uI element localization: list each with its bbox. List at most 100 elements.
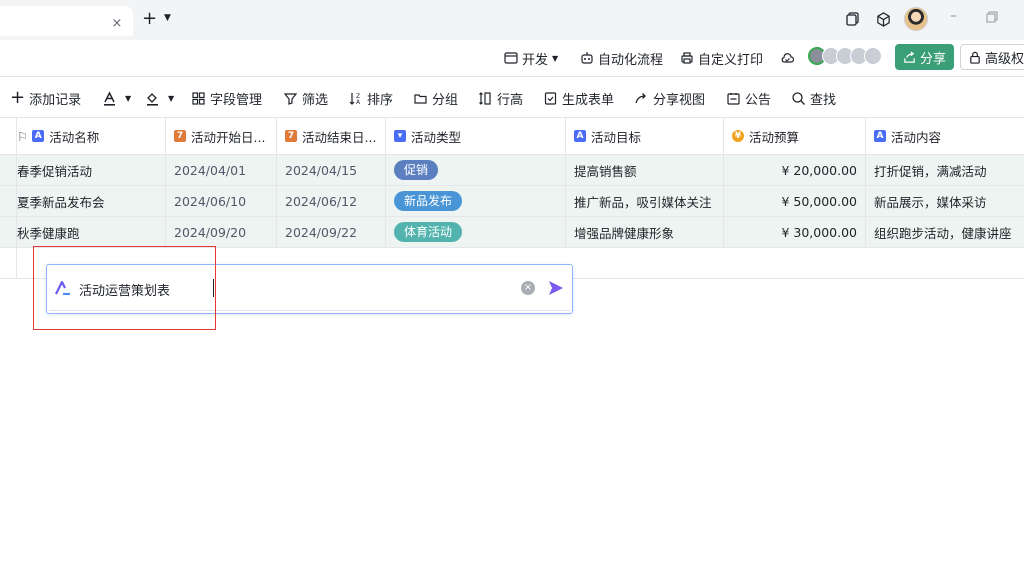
add-record-label: 添加记录 <box>29 92 82 108</box>
field-manage-label: 字段管理 <box>210 92 263 108</box>
cell-start-date[interactable]: 2024/04/01 <box>166 155 277 185</box>
share-button[interactable]: 分享 <box>895 44 954 70</box>
column-header-budget[interactable]: ¥ 活动预算 <box>724 118 866 154</box>
share-label: 分享 <box>919 51 946 67</box>
cloud-sync-icon[interactable] <box>780 48 794 68</box>
cell-name[interactable]: 秋季健康跑 <box>9 217 166 247</box>
folder-icon <box>414 93 427 104</box>
clear-icon[interactable]: × <box>521 281 535 295</box>
column-header-end[interactable]: 7 活动结束日... <box>277 118 386 154</box>
column-header-type[interactable]: ▾ 活动类型 <box>386 118 566 154</box>
cell-type[interactable]: 促销 <box>386 155 566 185</box>
cell-name[interactable]: 夏季新品发布会 <box>9 186 166 216</box>
sort-button[interactable]: ZA 排序 <box>348 88 393 108</box>
browser-tab-active[interactable]: × <box>0 6 133 36</box>
add-record-button[interactable]: + 添加记录 <box>10 88 81 108</box>
cell-start-date[interactable]: 2024/06/10 <box>166 186 277 216</box>
cell-content[interactable]: 打折促销，满减活动 <box>866 155 1024 185</box>
custom-print-button[interactable]: 自定义打印 <box>680 48 763 68</box>
cell-budget[interactable]: ¥ 20,000.00 <box>724 155 866 185</box>
view-toolbar: + 添加记录 ▼ ▼ 字段管理 筛选 ZA 排序 分组 行高 生成表单 分享视图… <box>0 78 1024 118</box>
row-height-button[interactable]: 行高 <box>478 88 523 108</box>
row-selector <box>0 248 17 278</box>
filter-button[interactable]: 筛选 <box>283 88 328 108</box>
cell-goal[interactable]: 提高销售额 <box>566 155 724 185</box>
paint-bucket-icon <box>147 92 158 106</box>
minimize-icon[interactable]: – <box>950 8 962 24</box>
cell-budget[interactable]: ¥ 30,000.00 <box>724 217 866 247</box>
column-header-label: 活动名称 <box>49 129 100 145</box>
dev-menu[interactable]: 开发 ▼ <box>504 48 558 68</box>
cell-content[interactable]: 新品展示，媒体采访 <box>866 186 1024 216</box>
restore-window-icon[interactable] <box>986 11 998 23</box>
group-button[interactable]: 分组 <box>413 88 458 108</box>
advanced-permission-button[interactable]: 高级权 <box>960 44 1024 70</box>
chevron-down-icon: ▼ <box>125 93 132 103</box>
generate-form-label: 生成表单 <box>562 92 615 108</box>
cell-end-date[interactable]: 2024/09/22 <box>277 217 386 247</box>
text-color-button[interactable]: ▼ <box>102 88 131 108</box>
column-header-name[interactable]: ⚐ A 活动名称 <box>9 118 166 154</box>
user-avatar[interactable] <box>904 7 928 31</box>
automation-label: 自动化流程 <box>598 52 664 68</box>
cell-goal[interactable]: 推广新品，吸引媒体关注 <box>566 186 724 216</box>
plus-icon: + <box>10 87 26 108</box>
row-height-icon <box>479 91 491 105</box>
notice-icon <box>727 92 740 105</box>
cell-start-date[interactable]: 2024/09/20 <box>166 217 277 247</box>
type-tag: 新品发布 <box>394 191 463 211</box>
cell-end-date[interactable]: 2024/06/12 <box>277 186 386 216</box>
notice-button[interactable]: 公告 <box>726 88 771 108</box>
date-field-icon: 7 <box>174 130 186 142</box>
share-view-button[interactable]: 分享视图 <box>634 88 705 108</box>
date-field-icon: 7 <box>285 130 297 142</box>
field-manage-button[interactable]: 字段管理 <box>191 88 262 108</box>
chevron-down-icon: ▼ <box>168 93 175 103</box>
cell-content[interactable]: 组织跑步活动，健康讲座 <box>866 217 1024 247</box>
dev-label: 开发 <box>522 52 549 68</box>
type-tag: 促销 <box>394 160 439 180</box>
type-tag: 体育活动 <box>394 222 463 242</box>
table-row[interactable]: 夏季新品发布会 2024/06/10 2024/06/12 新品发布 推广新品，… <box>0 186 1024 217</box>
new-tab-button[interactable]: + <box>142 9 157 29</box>
text-field-icon: A <box>874 130 886 142</box>
share-view-label: 分享视图 <box>653 92 706 108</box>
cell-name[interactable]: 春季促销活动 <box>9 155 166 185</box>
automation-button[interactable]: 自动化流程 <box>580 48 663 68</box>
cell-type[interactable]: 新品发布 <box>386 186 566 216</box>
generate-form-button[interactable]: 生成表单 <box>543 88 614 108</box>
ai-prompt-input[interactable]: 活动运营策划表 <box>79 280 170 299</box>
cell-goal[interactable]: 增强品牌健康形象 <box>566 217 724 247</box>
flag-icon: ⚐ <box>17 128 29 144</box>
ai-logo-icon <box>55 281 70 295</box>
cell-end-date[interactable]: 2024/04/15 <box>277 155 386 185</box>
printer-icon <box>681 52 693 64</box>
input-divider <box>49 310 570 311</box>
search-button[interactable]: 查找 <box>791 88 836 108</box>
grid-icon <box>192 91 205 105</box>
copy-window-icon[interactable] <box>844 10 862 28</box>
advanced-permission-label: 高级权 <box>985 51 1024 67</box>
table-row[interactable]: 秋季健康跑 2024/09/20 2024/09/22 体育活动 增强品牌健康形… <box>0 217 1024 248</box>
chevron-down-icon[interactable]: ▼ <box>164 13 171 23</box>
cell-type[interactable]: 体育活动 <box>386 217 566 247</box>
close-tab-icon[interactable]: × <box>110 17 124 31</box>
dev-icon <box>504 52 518 64</box>
fill-color-button[interactable]: ▼ <box>145 88 174 108</box>
cube-icon[interactable] <box>874 10 892 28</box>
svg-text:A: A <box>356 99 361 106</box>
column-header-goal[interactable]: A 活动目标 <box>566 118 724 154</box>
collaborator-avatars[interactable] <box>808 47 882 69</box>
column-header-label: 活动内容 <box>891 129 942 145</box>
chevron-down-icon: ▼ <box>552 53 559 63</box>
cell-budget[interactable]: ¥ 50,000.00 <box>724 186 866 216</box>
text-caret <box>213 279 214 297</box>
column-header-label: 活动目标 <box>591 129 642 145</box>
ai-prompt-box[interactable]: 活动运营策划表 × <box>46 264 573 314</box>
send-icon[interactable] <box>547 279 565 297</box>
column-header-content[interactable]: A 活动内容 <box>866 118 1024 154</box>
search-icon <box>792 91 805 105</box>
column-header-start[interactable]: 7 活动开始日... <box>166 118 277 154</box>
table-row[interactable]: 春季促销活动 2024/04/01 2024/04/15 促销 提高销售额 ¥ … <box>0 155 1024 186</box>
robot-icon <box>581 52 593 64</box>
